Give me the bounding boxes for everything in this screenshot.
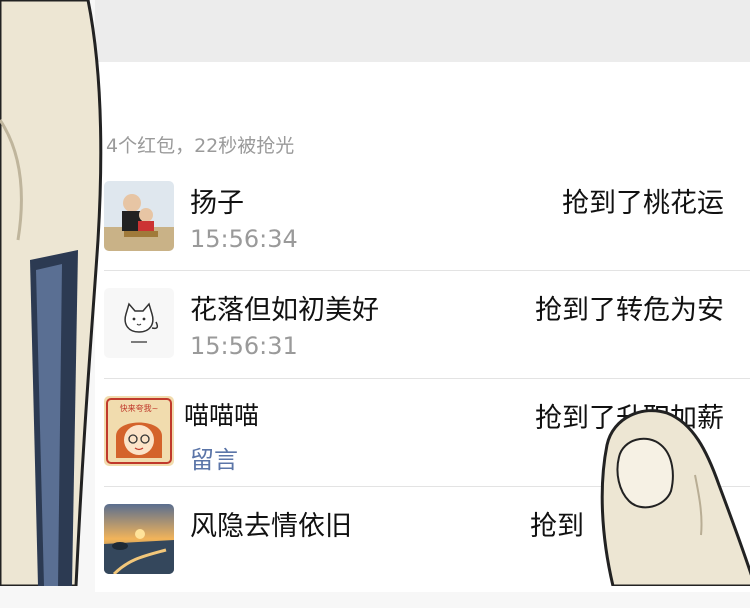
entry-name: 花落但如初美好 (190, 295, 379, 326)
leave-message-link[interactable]: 留言 (190, 440, 238, 475)
sunset-beach-avatar[interactable] (104, 504, 174, 574)
divider (104, 270, 750, 271)
divider (104, 378, 750, 379)
list-item[interactable]: 花落但如初美好 15:56:31 抢到了转危为安 (104, 288, 724, 392)
cat-doodle-avatar[interactable] (104, 288, 174, 358)
comic-panel: 4个红包，22秒被抢光 扬子 15:56:34 抢到了桃花运 花落但如初美好 1… (0, 0, 750, 592)
entry-time: 15:56:31 (190, 332, 298, 360)
entry-name: 风隐去情依旧 (190, 511, 352, 542)
entry-result: 抢到 (530, 511, 584, 542)
entry-name: 喵喵喵 (184, 401, 260, 430)
red-packet-summary: 4个红包，22秒被抢光 (106, 135, 295, 157)
entry-name: 扬子 (190, 188, 244, 219)
pointing-finger-illustration (600, 409, 750, 586)
entry-result: 抢到了转危为安 (535, 295, 724, 326)
cartoon-girl-avatar[interactable]: 快来夸我~ (104, 396, 174, 466)
entry-result: 抢到了桃花运 (562, 188, 724, 219)
entry-time: 15:56:34 (190, 225, 298, 253)
photo-avatar[interactable] (104, 181, 174, 251)
avatar-caption: 快来夸我~ (120, 403, 159, 413)
